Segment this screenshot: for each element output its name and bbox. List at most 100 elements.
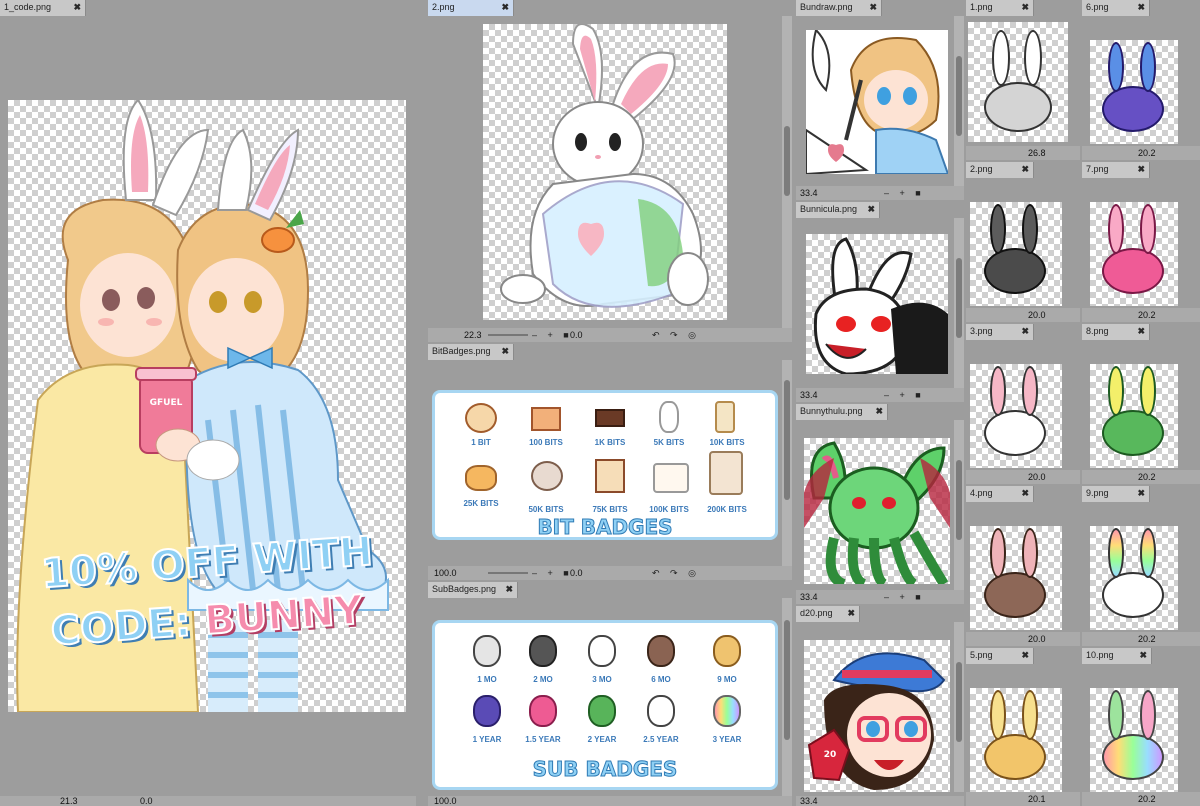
zoom-value[interactable]: 20.2 (1138, 310, 1156, 320)
zoom-controls[interactable]: – + ■ (884, 188, 925, 198)
tab-emote[interactable]: 6.png ✖ (1082, 0, 1150, 16)
tab-d20[interactable]: d20.png ✖ (796, 606, 860, 622)
artwork-canvas[interactable] (970, 202, 1062, 306)
close-icon[interactable]: ✖ (501, 346, 509, 357)
artwork-canvas[interactable] (1090, 688, 1178, 792)
scrollbar-thumb[interactable] (956, 56, 962, 136)
zoom-value[interactable]: 20.2 (1138, 794, 1156, 804)
artwork-canvas[interactable] (1090, 202, 1178, 306)
zoom-value[interactable]: 100.0 (434, 568, 457, 578)
scrollbar-thumb[interactable] (956, 258, 962, 338)
close-icon[interactable]: ✖ (1139, 650, 1147, 661)
artwork-canvas[interactable] (483, 24, 727, 320)
close-icon[interactable]: ✖ (73, 2, 81, 13)
close-icon[interactable]: ✖ (869, 2, 877, 13)
zoom-controls[interactable]: – + ■ (884, 390, 925, 400)
zoom-value[interactable]: 26.8 (1028, 148, 1046, 158)
close-icon[interactable]: ✖ (867, 204, 875, 215)
tab-bitbadges[interactable]: BitBadges.png ✖ (428, 344, 514, 360)
tab-emote[interactable]: 5.png ✖ (966, 648, 1034, 664)
scrollbar-thumb[interactable] (956, 662, 962, 742)
tab-emote[interactable]: 7.png ✖ (1082, 162, 1150, 178)
tab-emote[interactable]: 10.png ✖ (1082, 648, 1152, 664)
zoom-value[interactable]: 22.3 (464, 330, 482, 340)
scrollbar-thumb[interactable] (956, 460, 962, 540)
artwork-canvas[interactable]: 1 MO 2 MO 3 MO 6 MO 9 MO 1 YEAR 1.5 YEAR… (432, 620, 778, 790)
angle-value[interactable]: 0.0 (570, 568, 583, 578)
tab-bunnythulu[interactable]: Bunnythulu.png ✖ (796, 404, 888, 420)
rotate-icons[interactable]: ↶ ↷ ◎ (652, 330, 700, 341)
tab-emote[interactable]: 8.png ✖ (1082, 324, 1150, 340)
rotate-icons[interactable]: ↶ ↷ ◎ (652, 568, 700, 579)
scrollbar-vertical[interactable] (954, 16, 964, 186)
zoom-value[interactable]: 100.0 (434, 796, 457, 806)
scrollbar-vertical[interactable] (954, 420, 964, 590)
close-icon[interactable]: ✖ (1137, 488, 1145, 499)
scrollbar-vertical[interactable] (782, 16, 792, 328)
close-icon[interactable]: ✖ (501, 2, 509, 13)
tab-emote[interactable]: 1.png ✖ (966, 0, 1034, 16)
bit-badge-icon (531, 407, 561, 431)
tab-1-code[interactable]: 1_code.png ✖ (0, 0, 86, 16)
tab-emote[interactable]: 3.png ✖ (966, 324, 1034, 340)
scrollbar-vertical[interactable] (954, 218, 964, 388)
tab-2[interactable]: 2.png ✖ (428, 0, 514, 16)
bit-badge-icon (595, 459, 625, 493)
artwork-canvas[interactable] (970, 526, 1062, 630)
zoom-value[interactable]: 33.4 (800, 188, 818, 198)
artwork-canvas[interactable]: GFUEL 10% OFF WITH CODE: BUNNY (8, 100, 406, 712)
scrollbar-vertical[interactable] (782, 360, 792, 566)
zoom-slider[interactable] (488, 334, 528, 336)
artwork-canvas[interactable] (970, 364, 1062, 468)
zoom-value[interactable]: 33.4 (800, 592, 818, 602)
tab-emote[interactable]: 4.png ✖ (966, 486, 1034, 502)
artwork-canvas[interactable]: 20 (804, 640, 950, 792)
close-icon[interactable]: ✖ (1021, 488, 1029, 499)
angle-value[interactable]: 0.0 (140, 796, 153, 806)
zoom-value[interactable]: 20.0 (1028, 472, 1046, 482)
zoom-value[interactable]: 33.4 (800, 390, 818, 400)
zoom-value[interactable]: 20.0 (1028, 310, 1046, 320)
scrollbar-thumb[interactable] (784, 126, 790, 196)
artwork-canvas[interactable] (806, 234, 948, 374)
tab-emote[interactable]: 9.png ✖ (1082, 486, 1150, 502)
artwork-canvas[interactable] (968, 22, 1068, 142)
zoom-value[interactable]: 20.2 (1138, 148, 1156, 158)
zoom-value[interactable]: 33.4 (800, 796, 818, 806)
scrollbar-vertical[interactable] (954, 622, 964, 792)
artwork-canvas[interactable] (806, 30, 948, 174)
tab-emote[interactable]: 2.png ✖ (966, 162, 1034, 178)
artwork-canvas[interactable] (1090, 40, 1178, 144)
artwork-canvas[interactable] (804, 438, 950, 584)
artwork-canvas[interactable]: 1 BIT 100 BITS 1K BITS 5K BITS 10K BITS … (432, 390, 778, 540)
scrollbar-thumb[interactable] (784, 380, 790, 500)
close-icon[interactable]: ✖ (1021, 2, 1029, 13)
close-icon[interactable]: ✖ (1021, 164, 1029, 175)
tab-subbadges[interactable]: SubBadges.png ✖ (428, 582, 518, 598)
zoom-value[interactable]: 20.1 (1028, 794, 1046, 804)
close-icon[interactable]: ✖ (1137, 2, 1145, 13)
zoom-controls[interactable]: – + ■ (532, 568, 573, 578)
close-icon[interactable]: ✖ (847, 608, 855, 619)
tab-bundraw[interactable]: Bundraw.png ✖ (796, 0, 882, 16)
scrollbar-vertical[interactable] (782, 598, 792, 796)
zoom-value[interactable]: 20.2 (1138, 472, 1156, 482)
artwork-canvas[interactable] (970, 688, 1062, 792)
close-icon[interactable]: ✖ (1137, 326, 1145, 337)
close-icon[interactable]: ✖ (505, 584, 513, 595)
zoom-value[interactable]: 20.2 (1138, 634, 1156, 644)
scrollbar-thumb[interactable] (784, 620, 790, 740)
close-icon[interactable]: ✖ (1021, 650, 1029, 661)
zoom-controls[interactable]: – + ■ (884, 592, 925, 602)
zoom-value[interactable]: 20.0 (1028, 634, 1046, 644)
artwork-canvas[interactable] (1090, 364, 1178, 468)
tab-bunnicula[interactable]: Bunnicula.png ✖ (796, 202, 880, 218)
angle-value[interactable]: 0.0 (570, 330, 583, 340)
close-icon[interactable]: ✖ (1021, 326, 1029, 337)
close-icon[interactable]: ✖ (875, 406, 883, 417)
close-icon[interactable]: ✖ (1137, 164, 1145, 175)
zoom-controls[interactable]: – + ■ (532, 330, 573, 340)
zoom-slider[interactable] (488, 572, 528, 574)
artwork-canvas[interactable] (1090, 526, 1178, 630)
zoom-value[interactable]: 21.3 (60, 796, 78, 806)
